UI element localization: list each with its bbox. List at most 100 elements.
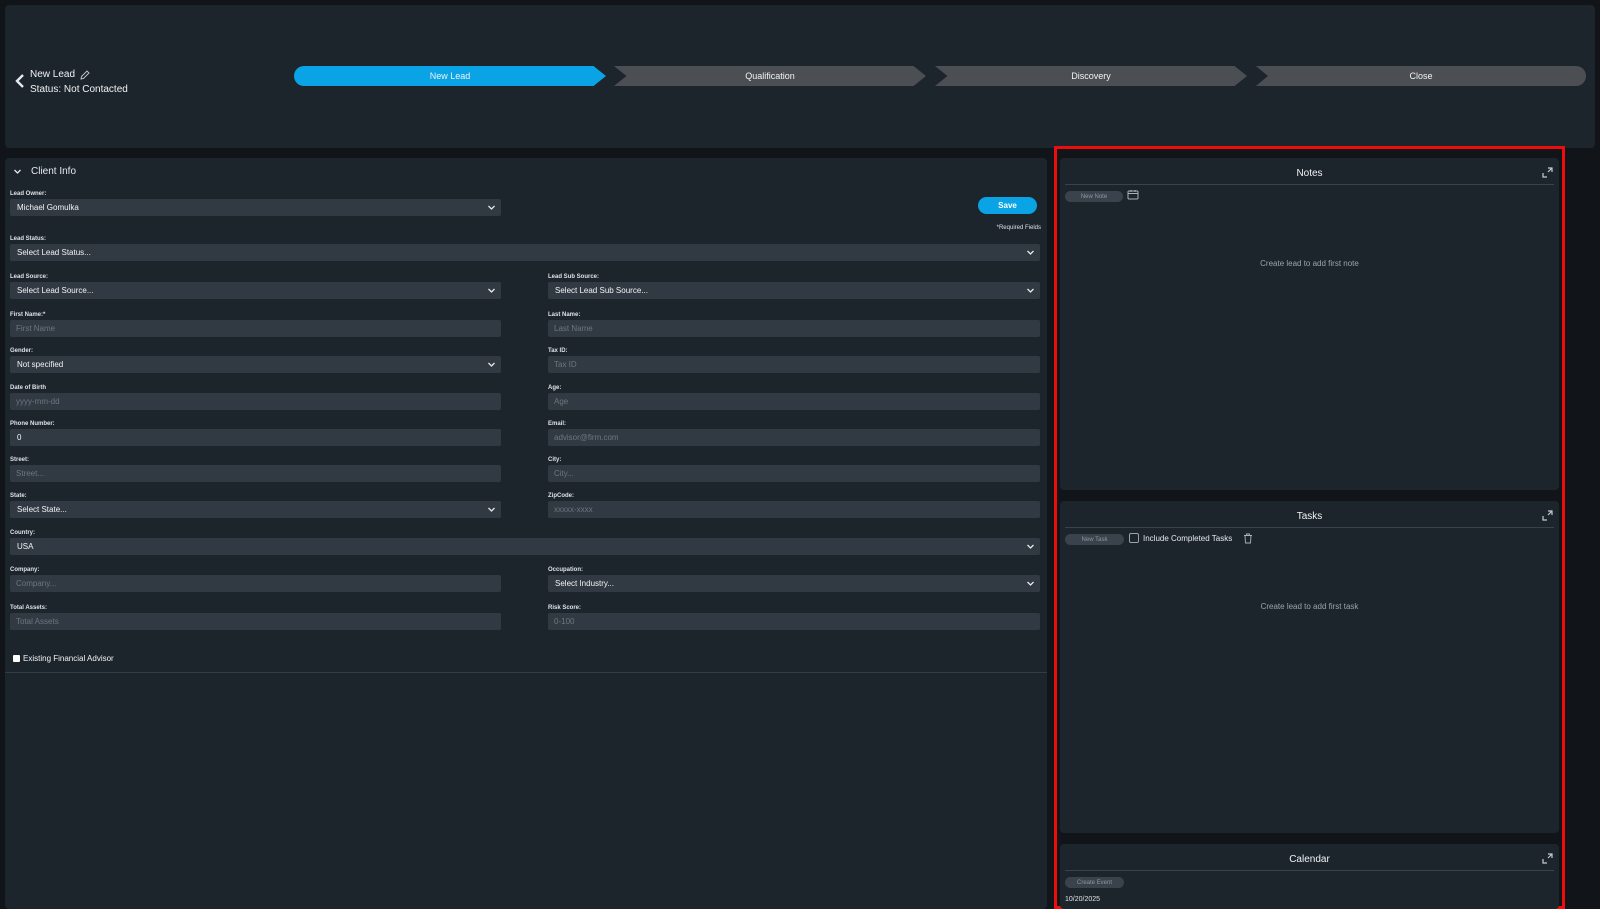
country-select[interactable]: USA — [10, 538, 1040, 555]
occupation-label: Occupation: — [548, 567, 584, 573]
tasks-title: Tasks — [1296, 511, 1323, 522]
state-select[interactable]: Select State... — [10, 501, 501, 518]
step-discovery[interactable]: Discovery — [935, 66, 1247, 86]
calendar-card: Calendar Create Event 10/20/2025 — [1060, 844, 1559, 909]
street-label: Street: — [10, 457, 30, 463]
include-completed-row: Include Completed Tasks — [1129, 533, 1232, 543]
gender-label: Gender: — [10, 348, 34, 354]
tasks-card: Tasks New Task Include Completed Tasks C… — [1060, 501, 1559, 833]
chevron-down-icon — [488, 507, 495, 512]
occupation-value: Select Industry... — [555, 579, 614, 588]
step-new-lead[interactable]: New Lead — [294, 66, 606, 86]
existing-advisor-checkbox[interactable] — [13, 655, 20, 662]
client-info-toggle[interactable]: Client Info — [13, 166, 76, 177]
chevron-down-icon — [488, 205, 495, 210]
city-input[interactable]: City... — [548, 465, 1040, 482]
expand-icon[interactable] — [1542, 510, 1553, 521]
client-info-panel: Client Info Lead Owner: Michael Gomulka … — [5, 158, 1047, 909]
risk-score-input[interactable]: 0-100 — [548, 613, 1040, 630]
gender-select[interactable]: Not specified — [10, 356, 501, 373]
step-label: New Lead — [429, 71, 471, 81]
dob-label: Date of Birth — [10, 385, 46, 391]
divider — [1065, 184, 1554, 185]
age-label: Age: — [548, 385, 562, 391]
risk-score-label: Risk Score: — [548, 605, 582, 611]
total-assets-input[interactable]: Total Assets — [10, 613, 501, 630]
tasks-empty-message: Create lead to add first task — [1260, 602, 1359, 611]
chevron-left-icon[interactable] — [13, 73, 27, 89]
lead-status: Status: Not Contacted — [30, 84, 128, 95]
step-label: Discovery — [1071, 71, 1111, 81]
gender-value: Not specified — [17, 360, 64, 369]
chevron-down-icon — [1027, 288, 1034, 293]
existing-advisor-label: Existing Financial Advisor — [23, 654, 114, 663]
first-name-input[interactable]: First Name — [10, 320, 501, 337]
trash-icon[interactable] — [1243, 533, 1253, 544]
existing-advisor-row: Existing Financial Advisor — [13, 654, 114, 663]
dob-input[interactable]: yyyy-mm-dd — [10, 393, 501, 410]
tax-id-input[interactable]: Tax ID — [548, 356, 1040, 373]
lead-status-select[interactable]: Select Lead Status... — [10, 244, 1040, 261]
lead-owner-select[interactable]: Michael Gomulka — [10, 199, 501, 216]
lead-sub-source-select[interactable]: Select Lead Sub Source... — [548, 282, 1040, 299]
email-input[interactable]: advisor@firm.com — [548, 429, 1040, 446]
save-button[interactable]: Save — [978, 197, 1037, 214]
new-note-button[interactable]: New Note — [1065, 191, 1123, 202]
zip-label: ZipCode: — [548, 493, 574, 499]
lead-title-text: New Lead — [30, 69, 76, 80]
lead-sub-source-label: Lead Sub Source: — [548, 274, 600, 280]
step-close[interactable]: Close — [1256, 66, 1586, 86]
lead-status-label: Lead Status: — [10, 236, 47, 242]
lead-owner-label: Lead Owner: — [10, 191, 47, 197]
step-label: Qualification — [745, 71, 795, 81]
country-value: USA — [17, 542, 34, 551]
chevron-down-icon — [488, 362, 495, 367]
phone-input[interactable]: 0 — [10, 429, 501, 446]
age-input[interactable]: Age — [548, 393, 1040, 410]
total-assets-label: Total Assets: — [10, 605, 48, 611]
lead-source-select[interactable]: Select Lead Source... — [10, 282, 501, 299]
expand-icon[interactable] — [1542, 853, 1553, 864]
chevron-down-icon — [488, 288, 495, 293]
new-task-button[interactable]: New Task — [1065, 534, 1124, 545]
email-label: Email: — [548, 421, 567, 427]
lead-owner-value: Michael Gomulka — [17, 203, 79, 212]
calendar-title: Calendar — [1289, 854, 1330, 865]
country-label: Country: — [10, 530, 35, 536]
last-name-label: Last Name: — [548, 312, 581, 318]
city-label: City: — [548, 457, 562, 463]
occupation-select[interactable]: Select Industry... — [548, 575, 1040, 592]
include-completed-label: Include Completed Tasks — [1143, 533, 1233, 543]
calendar-icon[interactable] — [1127, 189, 1139, 200]
lead-status-value: Select Lead Status... — [17, 248, 91, 257]
phone-label: Phone Number: — [10, 421, 55, 427]
divider — [5, 672, 1047, 673]
state-value: Select State... — [17, 505, 67, 514]
last-name-input[interactable]: Last Name — [548, 320, 1040, 337]
company-input[interactable]: Company... — [10, 575, 501, 592]
required-fields-note: *Required Fields — [996, 225, 1041, 231]
create-event-button[interactable]: Create Event — [1065, 877, 1124, 888]
tax-id-label: Tax ID: — [548, 348, 568, 354]
pencil-icon[interactable] — [80, 69, 90, 80]
state-label: State: — [10, 493, 27, 499]
company-label: Company: — [10, 567, 40, 573]
lead-title: New Lead — [30, 69, 90, 80]
notes-empty-message: Create lead to add first note — [1260, 259, 1359, 268]
step-qualification[interactable]: Qualification — [614, 66, 926, 86]
notes-title: Notes — [1296, 168, 1323, 179]
divider — [1065, 527, 1554, 528]
lead-source-label: Lead Source: — [10, 274, 49, 280]
lead-source-value: Select Lead Source... — [17, 286, 94, 295]
first-name-label: First Name:* — [10, 312, 46, 318]
step-label: Close — [1409, 71, 1433, 81]
street-input[interactable]: Street... — [10, 465, 501, 482]
expand-icon[interactable] — [1542, 167, 1553, 178]
chevron-down-icon — [14, 169, 21, 174]
zip-input[interactable]: xxxxx-xxxx — [548, 501, 1040, 518]
chevron-down-icon — [1027, 544, 1034, 549]
divider — [1065, 870, 1554, 871]
chevron-down-icon — [1027, 250, 1034, 255]
include-completed-checkbox[interactable] — [1129, 533, 1139, 543]
calendar-date: 10/20/2025 — [1065, 896, 1101, 903]
